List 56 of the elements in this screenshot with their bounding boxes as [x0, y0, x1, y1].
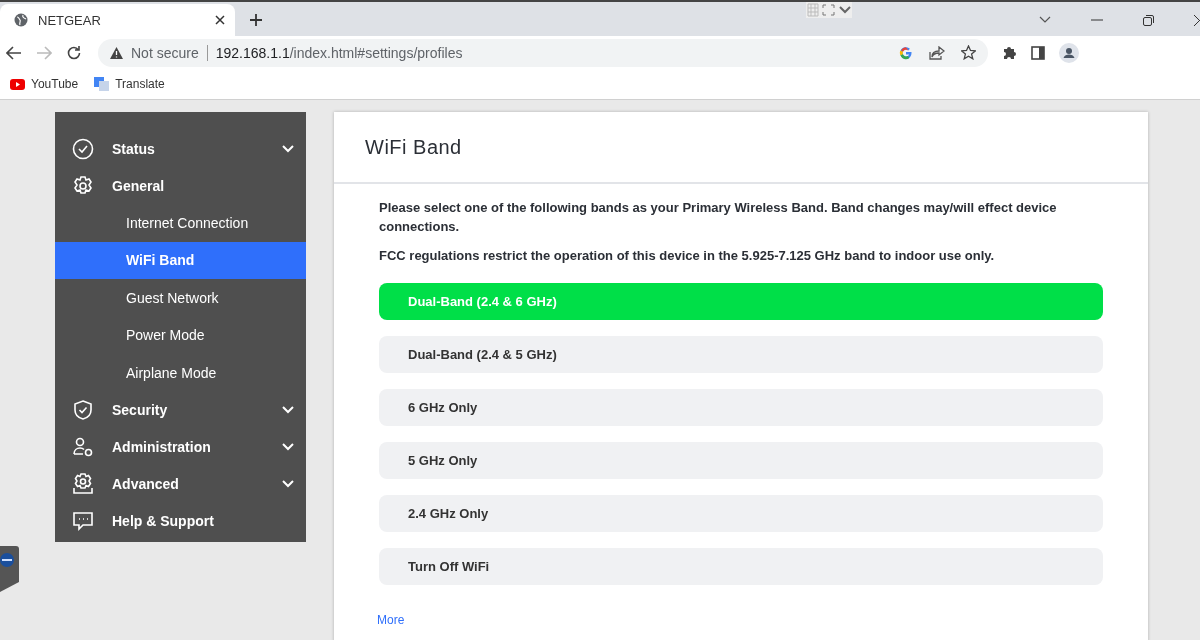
chevron-down-icon[interactable]	[1039, 16, 1051, 24]
gear-tray-icon	[72, 473, 94, 495]
reload-icon[interactable]	[66, 44, 82, 61]
chevron-down-icon	[282, 144, 294, 153]
chevron-down-icon	[282, 480, 294, 488]
user-gear-icon	[72, 436, 94, 458]
share-icon[interactable]	[929, 45, 945, 60]
more-link[interactable]: More	[377, 613, 405, 627]
side-panel-icon[interactable]	[1031, 45, 1045, 60]
nav-item[interactable]: Advanced	[55, 465, 306, 503]
band-option[interactable]: 5 GHz Only	[379, 442, 1103, 479]
nav-subitem[interactable]: WiFi Band	[55, 241, 306, 279]
nav-item[interactable]: Status	[55, 130, 306, 167]
restore-icon[interactable]	[1143, 14, 1154, 26]
profile-avatar-icon[interactable]	[1059, 42, 1079, 63]
url-text: 192.168.1.1/index.html#settings/profiles	[215, 44, 463, 61]
nav-item[interactable]: General	[55, 167, 306, 204]
close-icon[interactable]	[215, 15, 225, 25]
google-icon[interactable]	[899, 45, 913, 60]
chevron-down-icon	[282, 406, 294, 414]
tab-title: NETGEAR	[38, 12, 102, 28]
side-tab-icon[interactable]	[0, 546, 19, 592]
info-text: Please select one of the following bands as your Primary Wireless Band. Band changes may/will effect device connections.	[379, 199, 1058, 236]
toolbar-overlay-icon[interactable]	[806, 2, 852, 18]
check-circle-icon	[72, 137, 94, 160]
nav-subitem[interactable]: Power Mode	[55, 316, 306, 354]
new-tab-icon[interactable]	[250, 14, 262, 26]
band-option[interactable]: Turn Off WiFi	[379, 548, 1103, 585]
nav-item[interactable]: Help & Support	[55, 502, 306, 540]
band-option[interactable]: Dual-Band (2.4 & 5 GHz)	[379, 336, 1103, 373]
bookmark-link[interactable]: YouTube	[10, 77, 79, 91]
back-arrow-icon[interactable]	[6, 45, 22, 60]
not-secure-label: Not secure	[131, 44, 208, 61]
nav-item[interactable]: Security	[55, 391, 306, 429]
info-text: FCC regulations restrict the operation of this device in the 5.925-7.125 GHz band to indoor use only.	[379, 247, 996, 265]
chevron-down-icon	[282, 443, 294, 451]
star-icon[interactable]	[961, 45, 976, 60]
nav-subitem[interactable]: Airplane Mode	[55, 354, 306, 392]
play-icon	[10, 78, 25, 90]
address-bar[interactable]: Not secure 192.168.1.1/index.html#settings/profiles	[98, 38, 988, 67]
puzzle-icon[interactable]	[1002, 45, 1017, 60]
nav-subitem[interactable]: Internet Connection	[55, 204, 306, 242]
page-title: WiFi Band	[334, 112, 1148, 184]
warning-icon	[110, 46, 123, 59]
chat-icon	[72, 510, 94, 532]
translate-icon	[94, 77, 110, 91]
close-icon[interactable]	[1194, 14, 1200, 26]
globe-icon	[14, 13, 28, 27]
bookmark-link[interactable]: Translate	[94, 77, 165, 91]
band-option[interactable]: 2.4 GHz Only	[379, 495, 1103, 532]
browser-tab[interactable]: NETGEAR	[0, 4, 235, 36]
nav-item[interactable]: Administration	[55, 428, 306, 466]
band-option[interactable]: 6 GHz Only	[379, 389, 1103, 426]
shield-icon	[72, 399, 94, 421]
settings-icon	[72, 174, 94, 197]
nav-subitem[interactable]: Guest Network	[55, 279, 306, 317]
